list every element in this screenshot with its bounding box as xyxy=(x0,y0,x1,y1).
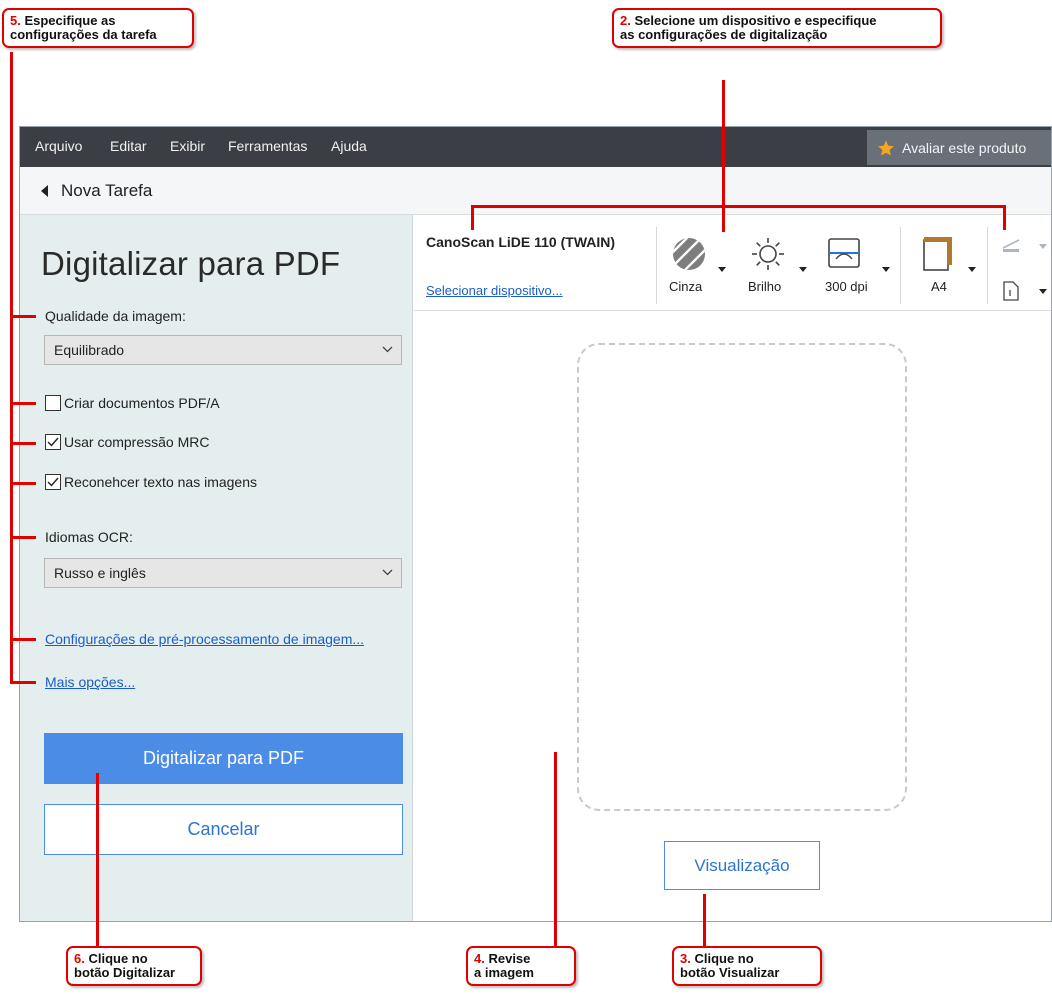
paper-size-icon xyxy=(923,237,952,271)
pdfa-checkbox-label: Criar documentos PDF/A xyxy=(64,395,220,411)
pdfa-checkbox[interactable] xyxy=(45,395,61,411)
task-settings-panel: Digitalizar para PDF Qualidade da imagem… xyxy=(20,215,413,921)
callout-number: 6. xyxy=(74,951,85,966)
annotation-line xyxy=(554,752,557,948)
callout-number: 4. xyxy=(474,951,485,966)
chevron-down-icon xyxy=(382,346,393,353)
page-count-icon[interactable] xyxy=(1003,281,1019,301)
callout-step-5: 5. Especifique as configurações da taref… xyxy=(2,8,194,48)
annotation-line xyxy=(1003,205,1006,230)
chevron-down-icon xyxy=(382,569,393,576)
callout-number: 5. xyxy=(10,13,21,28)
preview-button[interactable]: Visualização xyxy=(664,841,820,890)
callout-step-6: 6. Clique no botão Digitalizar xyxy=(66,946,202,986)
resolution-icon xyxy=(828,238,860,268)
annotation-line xyxy=(10,482,36,485)
callout-text: Revise xyxy=(488,951,531,966)
menu-ajuda[interactable]: Ajuda xyxy=(331,138,367,154)
callout-text: a imagem xyxy=(474,965,534,980)
checkmark-icon xyxy=(47,437,59,447)
app-window: Arquivo Editar Exibir Ferramentas Ajuda … xyxy=(19,126,1052,922)
ocr-checkbox-label: Reconehcer texto nas imagens xyxy=(64,474,257,490)
checkmark-icon xyxy=(47,477,59,487)
image-quality-value: Equilibrado xyxy=(54,342,125,358)
rate-product-button[interactable]: Avaliar este produto xyxy=(867,130,1051,165)
callout-text: botão Digitalizar xyxy=(74,965,176,980)
image-quality-label: Qualidade da imagem: xyxy=(45,308,186,324)
color-mode-dropdown-icon[interactable] xyxy=(718,267,726,272)
callout-text: Especifique as xyxy=(24,13,116,28)
brightness-label: Brilho xyxy=(748,279,782,294)
annotation-line xyxy=(96,773,99,948)
toolbar-divider xyxy=(656,227,657,304)
feeder-dropdown-icon[interactable] xyxy=(1039,244,1047,249)
annotation-line xyxy=(10,315,36,318)
rate-product-label: Avaliar este produto xyxy=(902,139,1027,156)
back-arrow-icon[interactable] xyxy=(41,185,48,197)
callout-text: botão Visualizar xyxy=(680,965,780,980)
annotation-line xyxy=(10,442,36,445)
resolution-dropdown-icon[interactable] xyxy=(882,267,890,272)
ocr-languages-select[interactable]: Russo e inglês xyxy=(44,558,402,588)
annotation-line xyxy=(471,205,1006,208)
grayscale-icon xyxy=(673,238,705,270)
paper-size-dropdown-icon[interactable] xyxy=(968,267,976,272)
device-name: CanoScan LiDE 110 (TWAIN) xyxy=(426,234,616,250)
color-mode-label: Cinza xyxy=(669,279,703,294)
annotation-line xyxy=(10,681,36,684)
menu-bar: Arquivo Editar Exibir Ferramentas Ajuda … xyxy=(20,127,1051,167)
panel-title: Digitalizar para PDF xyxy=(41,245,341,282)
menu-ferramentas[interactable]: Ferramentas xyxy=(228,138,307,154)
annotation-line xyxy=(471,205,474,230)
callout-text: Clique no xyxy=(88,951,148,966)
ocr-languages-value: Russo e inglês xyxy=(54,565,146,581)
ocr-checkbox-row[interactable]: Reconehcer texto nas imagens xyxy=(45,474,257,490)
ocr-checkbox[interactable] xyxy=(45,474,61,490)
toolbar-divider xyxy=(987,227,988,304)
annotation-line xyxy=(10,638,36,641)
menu-exibir[interactable]: Exibir xyxy=(170,138,205,154)
more-options-link[interactable]: Mais opções... xyxy=(45,674,135,690)
mrc-checkbox-row[interactable]: Usar compressão MRC xyxy=(45,434,209,450)
brightness-dropdown-icon[interactable] xyxy=(799,267,807,272)
page-count-dropdown-icon[interactable] xyxy=(1039,289,1047,294)
toolbar-divider xyxy=(900,227,901,304)
select-device-link[interactable]: Selecionar dispositivo... xyxy=(426,283,563,298)
mrc-checkbox[interactable] xyxy=(45,434,61,450)
mrc-checkbox-label: Usar compressão MRC xyxy=(64,434,210,450)
annotation-line xyxy=(703,894,706,950)
callout-number: 3. xyxy=(680,951,691,966)
annotation-line xyxy=(722,80,725,232)
annotation-line xyxy=(10,402,36,405)
new-task-link[interactable]: Nova Tarefa xyxy=(61,181,152,201)
menu-editar[interactable]: Editar xyxy=(110,138,147,154)
callout-text: configurações da tarefa xyxy=(10,27,157,42)
preprocessing-settings-link[interactable]: Configurações de pré-processamento de im… xyxy=(45,631,364,647)
callout-text: as configurações de digitalização xyxy=(620,27,828,42)
callout-step-4: 4. Revise a imagem xyxy=(466,946,576,986)
callout-text: Clique no xyxy=(694,951,754,966)
scan-preview-area xyxy=(577,343,907,811)
resolution-label: 300 dpi xyxy=(825,279,868,294)
callout-number: 2. xyxy=(620,13,631,28)
feeder-icon xyxy=(1002,239,1020,252)
brightness-icon xyxy=(752,238,784,270)
pdfa-checkbox-row[interactable]: Criar documentos PDF/A xyxy=(45,395,220,411)
callout-step-2: 2. Selecione um dispositivo e especifiqu… xyxy=(612,8,942,48)
image-quality-select[interactable]: Equilibrado xyxy=(44,335,402,365)
star-icon xyxy=(878,140,894,155)
annotation-line xyxy=(10,52,13,684)
toolbar-bottom-border xyxy=(414,310,1051,311)
callout-step-3: 3. Clique no botão Visualizar xyxy=(672,946,822,986)
ocr-languages-label: Idiomas OCR: xyxy=(45,529,133,545)
annotation-line xyxy=(10,536,36,539)
callout-text: Selecione um dispositivo e especifique xyxy=(634,13,877,28)
menu-arquivo[interactable]: Arquivo xyxy=(35,138,82,154)
paper-size-label: A4 xyxy=(931,279,947,294)
